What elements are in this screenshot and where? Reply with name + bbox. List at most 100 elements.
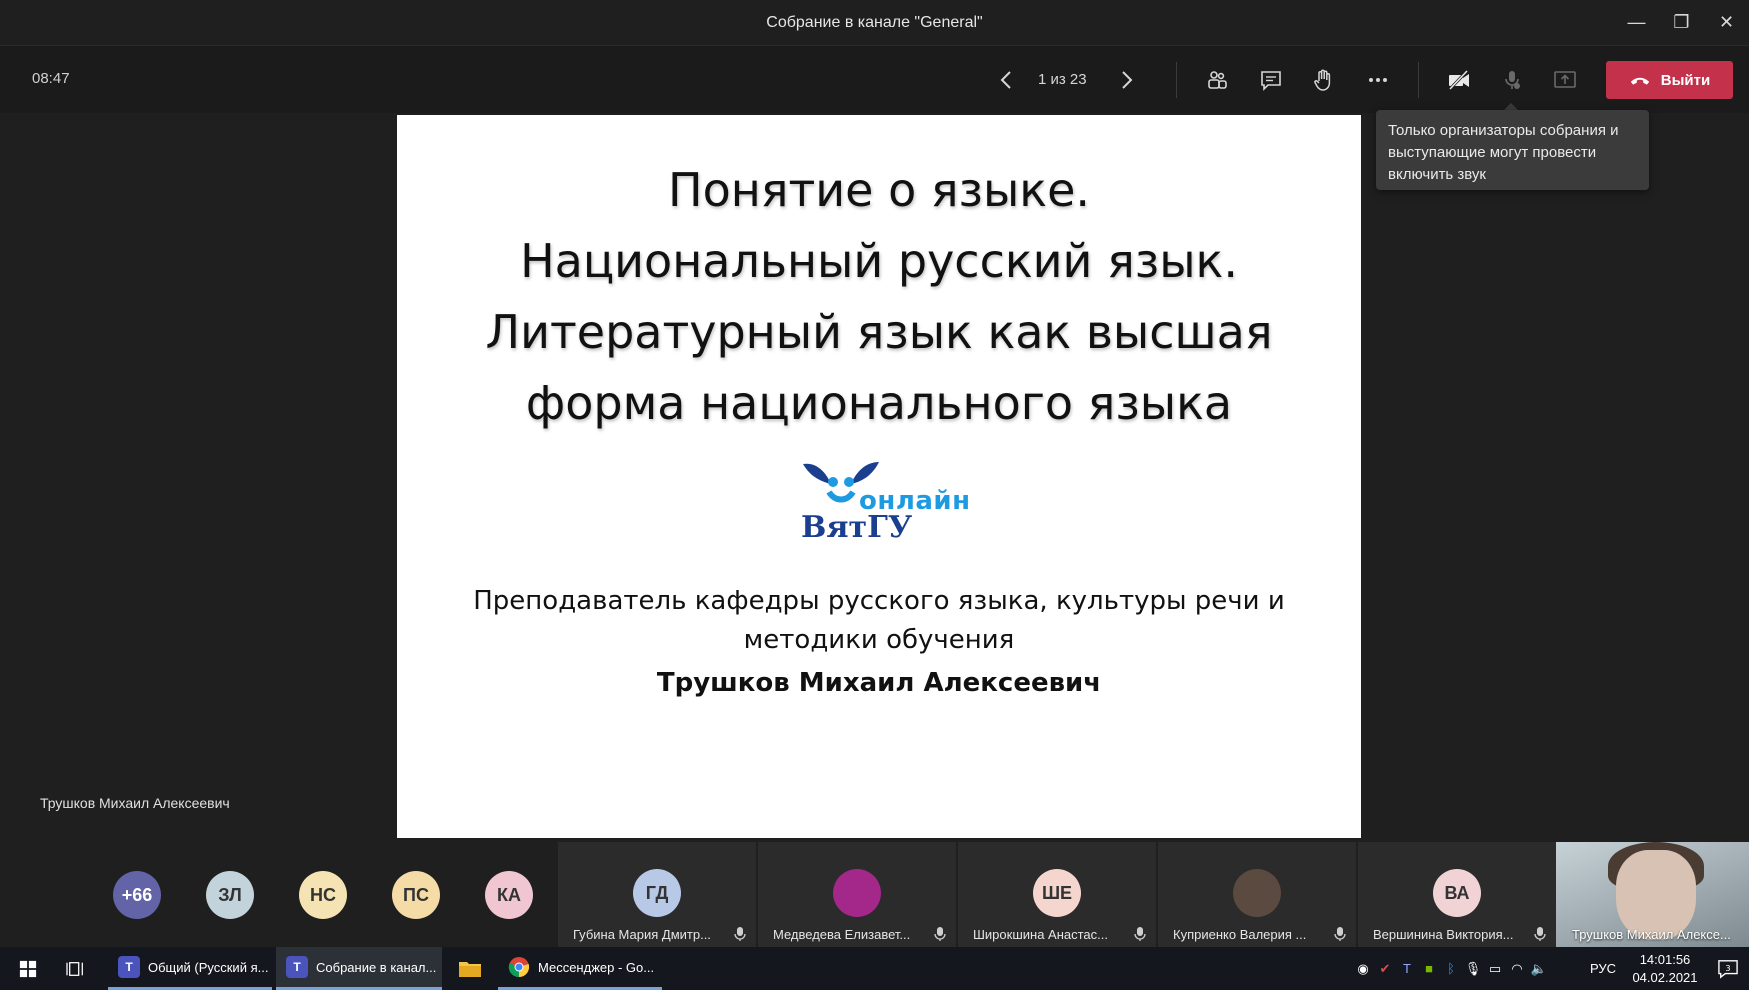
more-dots-icon — [1369, 78, 1387, 82]
chat-button[interactable] — [1251, 60, 1291, 100]
share-tray-icon — [1554, 71, 1576, 88]
share-screen-button[interactable] — [1545, 60, 1585, 100]
leave-label: Выйти — [1660, 71, 1711, 89]
input-language[interactable]: РУС — [1590, 961, 1616, 976]
mic-disabled-tooltip: Только организаторы собрания и выступающ… — [1376, 110, 1649, 190]
task-view-button[interactable] — [56, 947, 96, 990]
participant-tile[interactable]: Куприенко Валерия ... — [1158, 842, 1356, 947]
participant-avatar[interactable]: ПС — [392, 871, 440, 919]
participants-button[interactable] — [1197, 60, 1237, 100]
raise-hand-button[interactable] — [1303, 60, 1343, 100]
participant-avatar: ВА — [1433, 869, 1481, 917]
title-bar: Собрание в канале "General" — ❐ ✕ — [0, 0, 1749, 45]
folder-icon — [459, 961, 481, 977]
notification-count: 3 — [1725, 962, 1730, 972]
microphone-icon — [934, 927, 946, 941]
chrome-icon — [508, 957, 530, 978]
bluetooth-icon[interactable]: ᛒ — [1440, 958, 1462, 980]
logo-vyatgu-text: ВятГУ — [801, 510, 913, 545]
notification-icon: 3 — [1718, 959, 1738, 979]
participant-tile[interactable]: ГД Губина Мария Дмитр... — [558, 842, 756, 947]
restore-button[interactable]: ❐ — [1659, 0, 1704, 45]
slide-author: Трушков Михаил Алексеевич — [656, 668, 1102, 698]
window-controls: — ❐ ✕ — [1614, 0, 1749, 45]
teams-tray-icon[interactable]: T — [1396, 958, 1418, 980]
shared-presentation-slide: Понятие о языке. Национальный русский яз… — [397, 115, 1361, 838]
more-participants-button[interactable]: +66 — [113, 871, 161, 919]
people-icon — [1208, 71, 1227, 89]
task-view-icon — [66, 961, 83, 976]
battery-icon[interactable]: ▭ — [1484, 958, 1506, 980]
self-video-tile[interactable]: Трушков Михаил Алексе... — [1556, 842, 1749, 947]
microphone-icon — [1534, 927, 1546, 941]
participant-name: Вершинина Виктория... — [1373, 927, 1514, 942]
taskbar-app-label: Мессенджер - Go... — [538, 959, 655, 975]
windows-taskbar: T Общий (Русский я... T Собрание в канал… — [0, 947, 1749, 990]
self-video-name: Трушков Михаил Алексе... — [1572, 927, 1731, 942]
leave-button[interactable]: Выйти — [1606, 61, 1733, 99]
vyatgu-online-logo: онлайн ВятГУ — [801, 460, 981, 550]
toolbar-divider — [1418, 62, 1419, 98]
taskbar-app-file-explorer[interactable] — [446, 947, 494, 990]
microphone-icon — [1134, 927, 1146, 941]
phone-hangup-icon — [1630, 77, 1649, 85]
teams-meeting-window: Собрание в канале "General" — ❐ ✕ 08:47 … — [0, 0, 1749, 990]
participant-avatar[interactable]: ЗЛ — [206, 871, 254, 919]
participant-avatar[interactable]: КА — [485, 871, 533, 919]
clock-date: 04.02.2021 — [1632, 970, 1698, 985]
meeting-toolbar: 08:47 1 из 23 Выйти — [0, 45, 1749, 113]
meeting-timer: 08:47 — [32, 70, 70, 87]
nvidia-icon[interactable]: ■ — [1418, 958, 1440, 980]
mic-toggle-button[interactable] — [1492, 60, 1532, 100]
window-title: Собрание в канале "General" — [766, 13, 983, 31]
participant-avatar[interactable]: НС — [299, 871, 347, 919]
next-slide-button[interactable] — [1106, 60, 1146, 100]
minimize-button[interactable]: — — [1614, 0, 1659, 45]
camera-toggle-button[interactable] — [1439, 60, 1479, 100]
participant-name: Медведева Елизавет... — [773, 927, 911, 942]
camera-off-icon — [1448, 69, 1469, 91]
wifi-icon[interactable]: ◠ — [1506, 958, 1528, 980]
teams-icon: T — [286, 956, 308, 978]
record-icon[interactable]: ◉ — [1352, 958, 1374, 980]
close-button[interactable]: ✕ — [1704, 0, 1749, 45]
system-tray: ◉ ✔ T ■ ᛒ 🎙 ▭ ◠ 🔈 — [1352, 947, 1550, 990]
slide-title-line: Понятие о языке. — [667, 163, 1091, 217]
slide-title-line: Национальный русский язык. — [520, 234, 1238, 288]
taskbar-clock[interactable]: 14:01:56 04.02.2021 — [1620, 951, 1710, 987]
participant-strip: +66 ЗЛ НС ПС КА ГД Губина Мария Дмитр...… — [0, 842, 1749, 947]
start-button[interactable] — [8, 947, 48, 990]
participant-avatar: ШЕ — [1033, 869, 1081, 917]
chevron-right-icon — [1122, 71, 1133, 89]
participant-tile[interactable]: ШЕ Широкшина Анастас... — [958, 842, 1156, 947]
participant-avatar: ГД — [633, 869, 681, 917]
slide-title-line: Литературный язык как высшая — [485, 305, 1273, 359]
antivirus-icon[interactable]: ✔ — [1374, 958, 1396, 980]
chevron-left-icon — [1000, 71, 1011, 89]
participant-tile[interactable]: ВА Вершинина Виктория... — [1358, 842, 1556, 947]
windows-logo-icon — [19, 960, 37, 977]
taskbar-app-teams-general[interactable]: T Общий (Русский я... — [108, 947, 272, 990]
microphone-tray-icon[interactable]: 🎙 — [1462, 958, 1484, 980]
slide-subtitle-line: Преподаватель кафедры русского языка, ку… — [473, 586, 1285, 616]
previous-slide-button[interactable] — [987, 60, 1027, 100]
teams-icon: T — [118, 956, 140, 978]
slide-subtitle: Преподаватель кафедры русского языка, ку… — [397, 582, 1361, 660]
presenter-name-label: Трушков Михаил Алексеевич — [40, 795, 230, 811]
taskbar-app-label: Собрание в канал... — [316, 959, 437, 975]
slide-subtitle-line: методики обучения — [743, 625, 1015, 655]
taskbar-app-chrome-messenger[interactable]: Мессенджер - Go... — [498, 947, 662, 990]
slide-title-line: форма национального языка — [525, 376, 1233, 430]
chat-icon — [1261, 71, 1281, 91]
more-options-button[interactable] — [1358, 60, 1398, 100]
notification-center-button[interactable]: 3 — [1710, 947, 1746, 990]
participant-photo-avatar — [833, 869, 881, 917]
slide-page-indicator: 1 из 23 — [1038, 71, 1087, 88]
slide-title: Понятие о языке. Национальный русский яз… — [397, 155, 1361, 439]
participant-photo-avatar — [1233, 869, 1281, 917]
microphone-disabled-icon — [1505, 71, 1520, 89]
volume-icon[interactable]: 🔈 — [1528, 958, 1550, 980]
participant-name: Куприенко Валерия ... — [1173, 927, 1307, 942]
taskbar-app-teams-meeting[interactable]: T Собрание в канал... — [276, 947, 442, 990]
participant-tile[interactable]: Медведева Елизавет... — [758, 842, 956, 947]
